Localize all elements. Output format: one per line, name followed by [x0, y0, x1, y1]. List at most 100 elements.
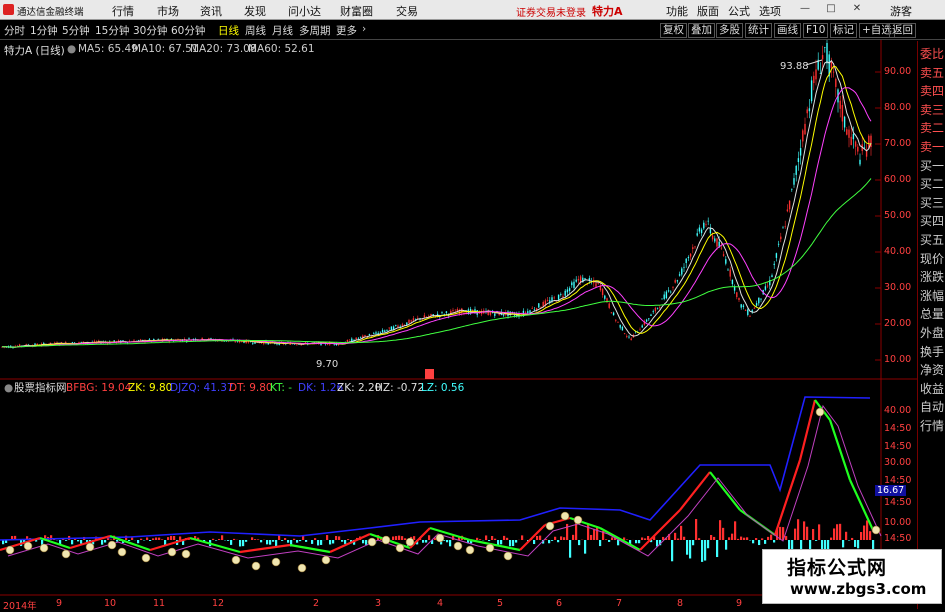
- x-tick: 3: [375, 598, 381, 609]
- menu-item-formula[interactable]: 公式: [728, 3, 750, 19]
- ind-y-tick: 40.00: [884, 405, 911, 416]
- menu-item-market[interactable]: 市场: [157, 3, 179, 19]
- money-bag-icon: [108, 541, 116, 549]
- money-bag-icon: [561, 512, 569, 520]
- period-15min[interactable]: 15分钟: [95, 23, 129, 38]
- panel-item[interactable]: 行情: [920, 417, 944, 435]
- menu-item-wealth[interactable]: 财富圈: [340, 3, 373, 19]
- indicator-bar: [593, 529, 595, 540]
- indicator-bar: [839, 524, 841, 540]
- close-icon[interactable]: ✕: [852, 4, 862, 14]
- watermark-badge: 指标公式网 www.zbgs3.com: [762, 549, 942, 604]
- menu-item-trade[interactable]: 交易: [396, 3, 418, 19]
- candle-body: [380, 332, 381, 333]
- candle-body: [708, 221, 709, 222]
- period-weekly[interactable]: 周线: [245, 23, 266, 38]
- candle-body: [661, 299, 662, 300]
- maximize-icon[interactable]: □: [826, 4, 836, 14]
- candle-body: [672, 287, 673, 288]
- period-30min[interactable]: 30分钟: [133, 23, 167, 38]
- indicator-bars: [2, 518, 874, 568]
- menu-item-options[interactable]: 选项: [759, 3, 781, 19]
- draw-line-button[interactable]: 画线: [774, 23, 801, 38]
- statistics-button[interactable]: 统计: [745, 23, 772, 38]
- candle-body: [402, 324, 403, 325]
- multi-stock-button[interactable]: 多股: [716, 23, 743, 38]
- indicator-bar: [161, 539, 163, 540]
- menu-item-discover[interactable]: 发现: [244, 3, 266, 19]
- mark-button[interactable]: 标记: [830, 23, 857, 38]
- indicator-bar: [680, 526, 682, 540]
- low-price-label: 9.70: [316, 359, 338, 370]
- indicator-bar: [167, 537, 169, 540]
- candle-body: [446, 311, 447, 313]
- period-1min[interactable]: 1分钟: [30, 23, 58, 38]
- period-daily[interactable]: 日线: [218, 23, 239, 38]
- candle-body: [202, 338, 203, 339]
- indicator-bar: [752, 540, 754, 543]
- candle-body: [694, 246, 695, 247]
- indicator-bar: [554, 537, 556, 540]
- f10-button[interactable]: F10: [803, 23, 828, 38]
- menu-item-ask[interactable]: 问小达: [288, 3, 321, 19]
- menu-item-layout[interactable]: 版面: [697, 3, 719, 19]
- overlay-button[interactable]: 叠加: [688, 23, 715, 38]
- candle-body: [624, 333, 625, 334]
- x-tick: 7: [616, 598, 622, 609]
- candle-body: [626, 336, 627, 337]
- panel-item: 买四: [920, 212, 944, 230]
- period-5min[interactable]: 5分钟: [62, 23, 90, 38]
- ind-y-tick: 14:50: [884, 497, 911, 508]
- candle-body: [782, 228, 783, 229]
- candle-body: [833, 72, 834, 73]
- indicator-bar: [797, 519, 799, 540]
- indicator-bar: [725, 540, 727, 550]
- minimize-icon[interactable]: —: [800, 4, 810, 14]
- indicator-bar: [170, 536, 172, 540]
- indicator-bar: [701, 540, 703, 562]
- indicator-bar: [362, 540, 364, 543]
- indicator-bar: [392, 536, 394, 540]
- candle-body: [578, 279, 579, 281]
- menu-item-functions[interactable]: 功能: [666, 3, 688, 19]
- chart-canvas[interactable]: 93.88 9.70 ● 股票指标网 BFBG: 19.04 ZK: 9.80 …: [0, 40, 917, 609]
- login-status[interactable]: 证券交易未登录: [516, 4, 586, 19]
- indicator-bar: [866, 520, 868, 540]
- indicator-bar: [146, 537, 148, 540]
- candle-body: [529, 310, 530, 313]
- period-intraday[interactable]: 分时: [4, 23, 25, 38]
- period-multi[interactable]: 多周期: [299, 23, 331, 38]
- indicator-bar: [728, 537, 730, 540]
- indicator-bar: [152, 538, 154, 540]
- indicator-bar: [722, 528, 724, 540]
- money-bag-icon: [24, 542, 32, 550]
- menu-item-news[interactable]: 资讯: [200, 3, 222, 19]
- candle-body: [749, 316, 750, 317]
- panel-item[interactable]: 自动: [920, 398, 944, 416]
- y-tick: 30.00: [884, 282, 911, 293]
- indicator-bar: [365, 540, 367, 545]
- indicator-bar: [584, 540, 586, 554]
- adjust-button[interactable]: 复权: [660, 23, 687, 38]
- period-monthly[interactable]: 月线: [272, 23, 293, 38]
- candle-body: [415, 319, 416, 320]
- candle-body: [598, 283, 599, 284]
- high-price-label: 93.88: [780, 61, 809, 72]
- candle-body: [785, 226, 786, 227]
- back-button[interactable]: 返回: [889, 23, 916, 38]
- panel-item: 总量: [920, 305, 944, 323]
- candle-body: [859, 160, 860, 165]
- guest-button[interactable]: 游客: [890, 3, 912, 19]
- period-60min[interactable]: 60分钟: [171, 23, 205, 38]
- indicator-bar: [548, 540, 550, 543]
- indicator-bar: [449, 540, 451, 546]
- x-tick: 12: [212, 598, 224, 609]
- chevron-right-icon[interactable]: ›: [362, 23, 366, 35]
- indicator-bar: [494, 539, 496, 540]
- candle-body: [703, 223, 704, 229]
- period-more[interactable]: 更多: [336, 23, 357, 38]
- indicator-bar: [317, 540, 319, 545]
- candle-body: [736, 292, 737, 297]
- menu-item-quotes[interactable]: 行情: [112, 3, 134, 19]
- indicator-bar: [590, 535, 592, 540]
